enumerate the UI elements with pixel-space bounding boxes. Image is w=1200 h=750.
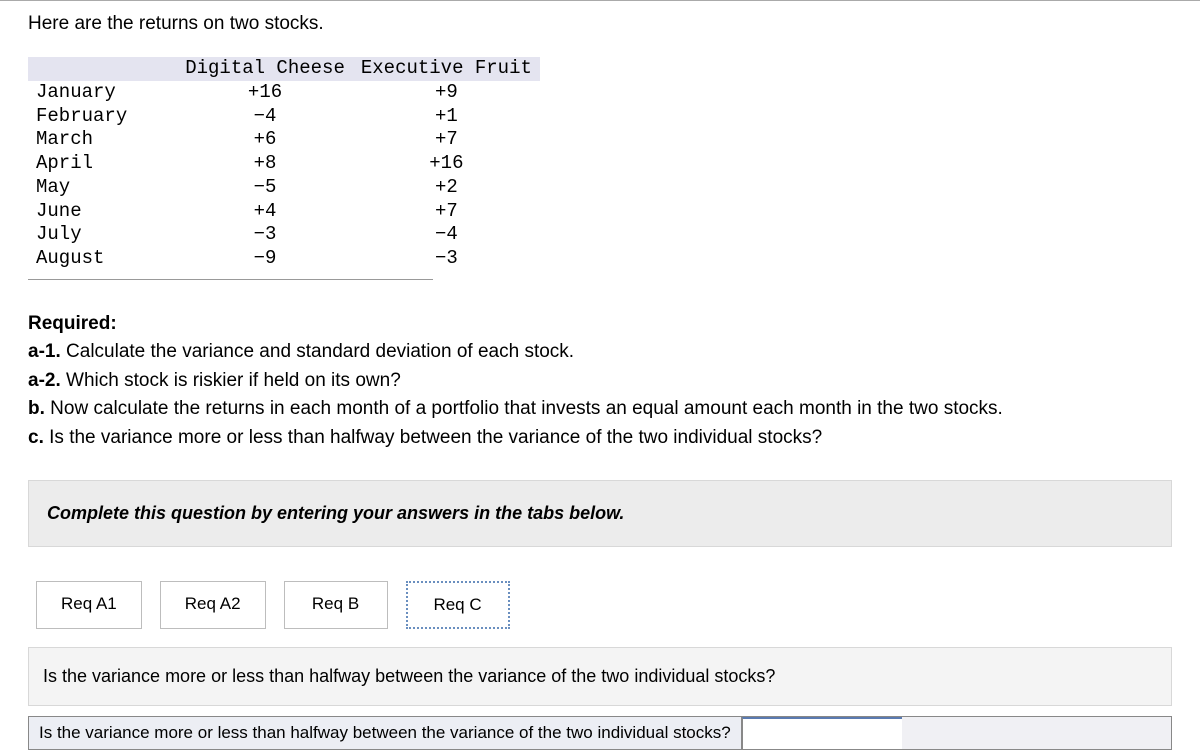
answer-label: Is the variance more or less than halfwa… (29, 717, 742, 749)
tab-req-b[interactable]: Req B (284, 581, 388, 629)
required-a1: a-1. Calculate the variance and standard… (28, 338, 1172, 367)
table-header-blank (28, 57, 177, 81)
table-row: August −9 −3 (28, 247, 540, 271)
tab-req-c[interactable]: Req C (406, 581, 510, 629)
tabs-row: Req A1 Req A2 Req B Req C (28, 581, 1172, 629)
required-label: Required: (28, 310, 1172, 339)
answer-row: Is the variance more or less than halfwa… (28, 716, 1172, 750)
required-b: b. Now calculate the returns in each mon… (28, 395, 1172, 424)
required-a2: a-2. Which stock is riskier if held on i… (28, 367, 1172, 396)
table-row: February −4 +1 (28, 105, 540, 129)
table-row: January +16 +9 (28, 81, 540, 105)
question-box: Is the variance more or less than halfwa… (28, 647, 1172, 706)
returns-table: Digital Cheese Executive Fruit January +… (28, 57, 540, 271)
table-header-stock2: Executive Fruit (353, 57, 540, 81)
table-row: June +4 +7 (28, 200, 540, 224)
table-row: April +8 +16 (28, 152, 540, 176)
table-row: July −3 −4 (28, 223, 540, 247)
table-header-stock1: Digital Cheese (177, 57, 353, 81)
table-row: March +6 +7 (28, 128, 540, 152)
required-c: c. Is the variance more or less than hal… (28, 424, 1172, 453)
table-bottom-rule (28, 279, 433, 280)
tab-req-a2[interactable]: Req A2 (160, 581, 266, 629)
table-row: May −5 +2 (28, 176, 540, 200)
required-block: Required: a-1. Calculate the variance an… (28, 310, 1172, 453)
intro-text: Here are the returns on two stocks. (28, 13, 1172, 35)
instruction-box: Complete this question by entering your … (28, 480, 1172, 547)
tab-req-a1[interactable]: Req A1 (36, 581, 142, 629)
answer-input[interactable] (742, 717, 902, 749)
